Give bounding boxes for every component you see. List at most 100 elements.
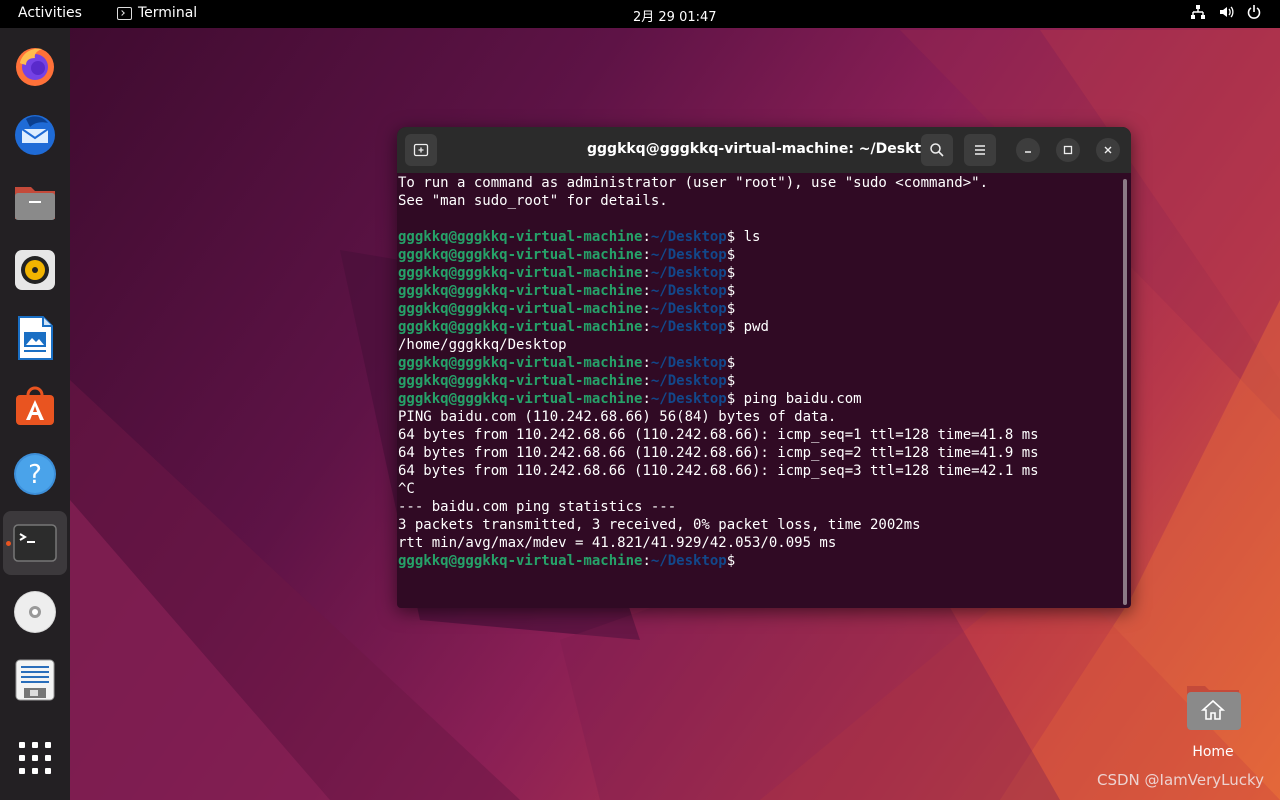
- maximize-button[interactable]: [1056, 138, 1080, 162]
- system-tray[interactable]: [1190, 4, 1262, 20]
- terminal-app-icon: [13, 524, 57, 562]
- help-icon: ?: [14, 453, 56, 495]
- output-line: 64 bytes from 110.242.68.66 (110.242.68.…: [398, 463, 1039, 479]
- prompt-path: ~/Desktop: [650, 355, 727, 371]
- prompt-line: gggkkq@gggkkq-virtual-machine:~/Desktop$: [398, 355, 736, 371]
- prompt-user-host: gggkkq@gggkkq-virtual-machine: [398, 265, 643, 281]
- prompt-line: gggkkq@gggkkq-virtual-machine:~/Desktop$: [398, 265, 736, 281]
- new-tab-button[interactable]: [405, 134, 437, 166]
- svg-text:?: ?: [28, 460, 42, 490]
- prompt-path: ~/Desktop: [650, 319, 727, 335]
- search-icon: [930, 143, 944, 157]
- show-applications-button[interactable]: [3, 728, 67, 788]
- text-editor-icon: [15, 659, 55, 701]
- terminal-icon: [117, 6, 132, 20]
- clock[interactable]: 2月 29 01:47: [633, 6, 717, 25]
- minimize-icon: [1025, 151, 1031, 153]
- prompt-command: ls: [735, 229, 761, 245]
- output-line: --- baidu.com ping statistics ---: [398, 499, 677, 515]
- dock-files[interactable]: [3, 170, 67, 234]
- hamburger-icon: [975, 145, 985, 155]
- prompt-user-host: gggkkq@gggkkq-virtual-machine: [398, 553, 643, 569]
- terminal-headerbar[interactable]: gggkkq@gggkkq-virtual-machine: ~/Desktop: [397, 127, 1131, 173]
- home-label: Home: [1192, 744, 1234, 760]
- thunderbird-icon: [15, 115, 55, 155]
- prompt-line: gggkkq@gggkkq-virtual-machine:~/Desktop$: [398, 553, 736, 569]
- home-folder-icon: [1187, 686, 1241, 730]
- prompt-line: gggkkq@gggkkq-virtual-machine:~/Desktop$: [398, 301, 736, 317]
- prompt-line: gggkkq@gggkkq-virtual-machine:~/Desktop$: [398, 373, 736, 389]
- prompt-line: gggkkq@gggkkq-virtual-machine:~/Desktop$: [398, 247, 736, 263]
- prompt-path: ~/Desktop: [650, 283, 727, 299]
- files-icon: [15, 187, 55, 220]
- prompt-path: ~/Desktop: [650, 301, 727, 317]
- terminal-window[interactable]: gggkkq@gggkkq-virtual-machine: ~/Desktop…: [397, 127, 1131, 608]
- prompt-line: gggkkq@gggkkq-virtual-machine:~/Desktop$…: [398, 319, 769, 335]
- software-icon: [16, 386, 54, 425]
- output-line: PING baidu.com (110.242.68.66) 56(84) by…: [398, 409, 837, 425]
- dock-help[interactable]: ?: [3, 442, 67, 506]
- maximize-icon: [1063, 145, 1073, 155]
- dock-firefox[interactable]: [3, 34, 67, 98]
- output-line: See "man sudo_root" for details.: [398, 193, 668, 209]
- prompt-path: ~/Desktop: [650, 373, 727, 389]
- app-menu-label: Terminal: [138, 5, 198, 21]
- output-line: ^C: [398, 481, 415, 497]
- search-button[interactable]: [921, 134, 953, 166]
- terminal-output[interactable]: To run a command as administrator (user …: [398, 174, 1118, 604]
- dock-thunderbird[interactable]: [3, 102, 67, 166]
- rhythmbox-icon: [15, 250, 55, 290]
- prompt-line: gggkkq@gggkkq-virtual-machine:~/Desktop$…: [398, 229, 761, 245]
- watermark: CSDN @IamVeryLucky: [1096, 771, 1264, 789]
- output-line: 64 bytes from 110.242.68.66 (110.242.68.…: [398, 427, 1039, 443]
- close-button[interactable]: [1096, 138, 1120, 162]
- dock-rhythmbox[interactable]: [3, 238, 67, 302]
- app-grid-icon: [19, 742, 51, 774]
- prompt-user-host: gggkkq@gggkkq-virtual-machine: [398, 247, 643, 263]
- prompt-user-host: gggkkq@gggkkq-virtual-machine: [398, 229, 643, 245]
- output-line: /home/gggkkq/Desktop: [398, 337, 567, 353]
- prompt-user-host: gggkkq@gggkkq-virtual-machine: [398, 373, 643, 389]
- menu-button[interactable]: [964, 134, 996, 166]
- dock-disc[interactable]: [3, 580, 67, 644]
- writer-icon: [18, 316, 53, 360]
- prompt-user-host: gggkkq@gggkkq-virtual-machine: [398, 355, 643, 371]
- output-line: rtt min/avg/max/mdev = 41.821/41.929/42.…: [398, 535, 837, 551]
- network-icon[interactable]: [1190, 4, 1206, 20]
- dock-text-editor[interactable]: [3, 648, 67, 712]
- running-indicator: [6, 541, 11, 546]
- top-bar: Activities Terminal 2月 29 01:47: [0, 0, 1280, 28]
- prompt-line: gggkkq@gggkkq-virtual-machine:~/Desktop$…: [398, 391, 862, 407]
- prompt-user-host: gggkkq@gggkkq-virtual-machine: [398, 301, 643, 317]
- prompt-path: ~/Desktop: [650, 553, 727, 569]
- prompt-user-host: gggkkq@gggkkq-virtual-machine: [398, 283, 643, 299]
- dock: ?: [0, 28, 70, 800]
- disc-icon: [14, 591, 56, 633]
- firefox-icon: [16, 48, 54, 86]
- prompt-user-host: gggkkq@gggkkq-virtual-machine: [398, 319, 643, 335]
- scrollbar[interactable]: [1123, 179, 1127, 605]
- app-menu[interactable]: Terminal: [117, 5, 197, 21]
- new-tab-icon: [413, 143, 429, 157]
- prompt-user-host: gggkkq@gggkkq-virtual-machine: [398, 391, 643, 407]
- volume-icon[interactable]: [1218, 4, 1234, 20]
- close-icon: [1104, 146, 1112, 154]
- prompt-command: pwd: [735, 319, 769, 335]
- power-icon[interactable]: [1246, 4, 1262, 20]
- prompt-line: gggkkq@gggkkq-virtual-machine:~/Desktop$: [398, 283, 736, 299]
- dock-terminal[interactable]: [3, 511, 67, 575]
- dock-ubuntu-software[interactable]: [3, 374, 67, 438]
- dock-libreoffice-writer[interactable]: [3, 306, 67, 370]
- minimize-button[interactable]: [1016, 138, 1040, 162]
- prompt-path: ~/Desktop: [650, 247, 727, 263]
- window-title: gggkkq@gggkkq-virtual-machine: ~/Desktop: [587, 141, 941, 157]
- prompt-path: ~/Desktop: [650, 391, 727, 407]
- desktop-home-icon[interactable]: Home: [1178, 680, 1248, 760]
- output-line: 64 bytes from 110.242.68.66 (110.242.68.…: [398, 445, 1039, 461]
- prompt-path: ~/Desktop: [650, 265, 727, 281]
- prompt-command: ping baidu.com: [735, 391, 862, 407]
- output-line: To run a command as administrator (user …: [398, 175, 989, 191]
- prompt-path: ~/Desktop: [650, 229, 727, 245]
- activities-button[interactable]: Activities: [18, 5, 82, 21]
